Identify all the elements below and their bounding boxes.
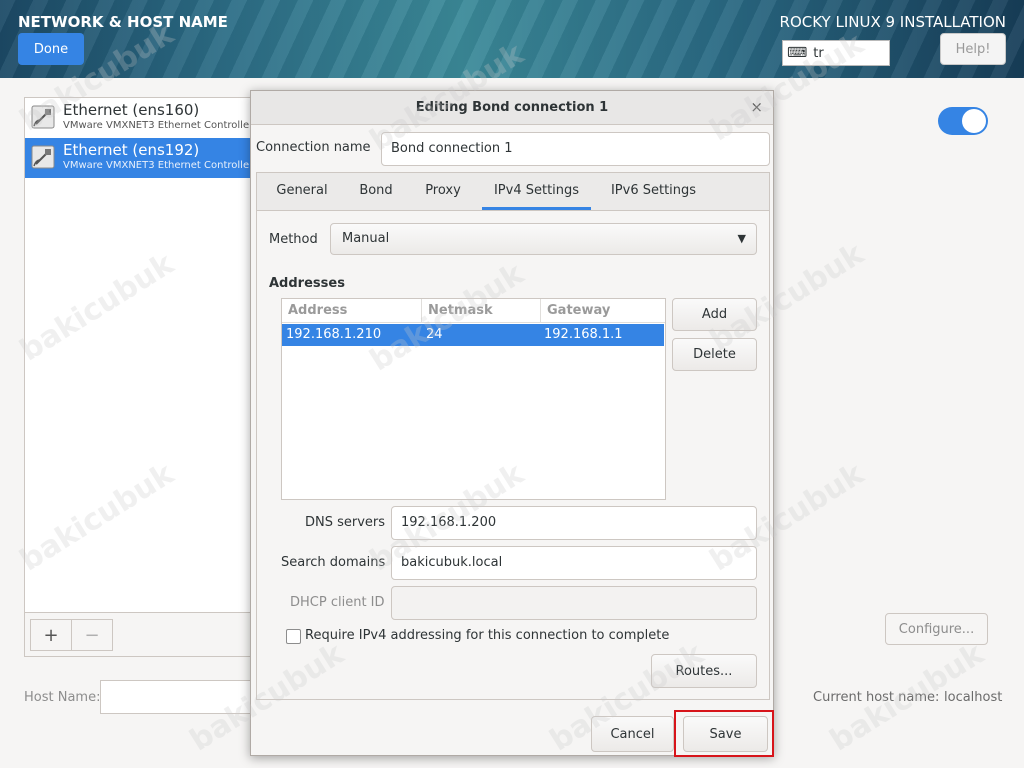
keyboard-layout-indicator[interactable]: ⌨ tr	[782, 40, 890, 66]
add-device-button[interactable]: +	[30, 619, 72, 651]
current-host-value: localhost	[944, 690, 1003, 705]
device-name: Ethernet (ens192)	[63, 141, 200, 159]
search-domains-label: Search domains	[281, 555, 386, 570]
delete-address-button[interactable]: Delete	[672, 338, 757, 371]
dhcp-client-id-label: DHCP client ID	[290, 595, 385, 610]
product-title: ROCKY LINUX 9 INSTALLATION	[779, 13, 1006, 31]
search-domains-input[interactable]: bakicubuk.local	[391, 546, 757, 580]
column-header-gateway[interactable]: Gateway	[541, 299, 665, 323]
tab-ipv6-settings[interactable]: IPv6 Settings	[601, 173, 706, 210]
column-header-netmask[interactable]: Netmask	[422, 299, 541, 323]
host-name-label: Host Name:	[24, 690, 101, 705]
cancel-button[interactable]: Cancel	[591, 716, 674, 752]
netmask-cell[interactable]: 24	[422, 324, 443, 346]
method-value: Manual	[342, 231, 390, 246]
require-ipv4-label[interactable]: Require IPv4 addressing for this connect…	[305, 628, 669, 643]
remove-device-button[interactable]: −	[71, 619, 113, 651]
ethernet-icon	[29, 103, 57, 131]
dns-servers-label: DNS servers	[305, 515, 386, 530]
settings-notebook: General Bond Proxy IPv4 Settings IPv6 Se…	[256, 172, 770, 700]
dialog-titlebar: Editing Bond connection 1 ×	[251, 91, 773, 125]
device-description: VMware VMXNET3 Ethernet Controlle	[63, 120, 250, 131]
device-item-ens192[interactable]: Ethernet (ens192) VMware VMXNET3 Etherne…	[25, 138, 253, 178]
require-ipv4-checkbox[interactable]	[286, 629, 301, 644]
column-header-address[interactable]: Address	[282, 299, 422, 323]
close-icon[interactable]: ×	[750, 98, 763, 116]
connection-name-label: Connection name	[256, 140, 371, 155]
method-dropdown[interactable]: Manual ▼	[330, 223, 757, 255]
toggle-knob	[962, 109, 986, 133]
help-button[interactable]: Help!	[940, 33, 1006, 65]
device-name: Ethernet (ens160)	[63, 101, 200, 119]
dhcp-client-id-input[interactable]	[391, 586, 757, 620]
keyboard-icon: ⌨	[787, 45, 808, 61]
chevron-down-icon: ▼	[737, 232, 746, 245]
device-description: VMware VMXNET3 Ethernet Controlle	[63, 160, 250, 171]
spoke-title: NETWORK & HOST NAME	[18, 13, 228, 31]
done-button[interactable]: Done	[18, 33, 84, 65]
gateway-cell[interactable]: 192.168.1.1	[540, 324, 623, 346]
tab-proxy[interactable]: Proxy	[413, 173, 473, 210]
tab-general[interactable]: General	[267, 173, 337, 210]
routes-button[interactable]: Routes...	[651, 654, 757, 688]
edit-connection-dialog: Editing Bond connection 1 × Connection n…	[250, 90, 774, 757]
device-enable-toggle[interactable]	[938, 107, 988, 135]
configure-button[interactable]: Configure...	[885, 613, 988, 645]
current-host-label: Current host name:	[813, 690, 940, 705]
addresses-table: Address Netmask Gateway 192.168.1.210 24…	[281, 298, 666, 500]
tab-bar: General Bond Proxy IPv4 Settings IPv6 Se…	[257, 173, 769, 211]
header-bar: NETWORK & HOST NAME Done ROCKY LINUX 9 I…	[0, 0, 1024, 78]
tab-ipv4-settings[interactable]: IPv4 Settings	[482, 173, 591, 210]
device-item-ens160[interactable]: Ethernet (ens160) VMware VMXNET3 Etherne…	[25, 98, 253, 138]
host-name-input[interactable]	[100, 680, 252, 714]
device-list-toolbar: + −	[25, 612, 253, 656]
address-cell[interactable]: 192.168.1.210	[282, 324, 381, 346]
addresses-title: Addresses	[269, 276, 345, 291]
connection-name-input[interactable]: Bond connection 1	[381, 132, 770, 166]
method-label: Method	[269, 232, 318, 247]
table-row[interactable]: 192.168.1.210 24 192.168.1.1	[282, 324, 664, 346]
add-address-button[interactable]: Add	[672, 298, 757, 331]
dialog-title: Editing Bond connection 1	[415, 100, 609, 115]
device-list: Ethernet (ens160) VMware VMXNET3 Etherne…	[24, 97, 254, 657]
dns-servers-input[interactable]: 192.168.1.200	[391, 506, 757, 540]
keyboard-layout-value: tr	[813, 45, 824, 61]
ethernet-icon	[29, 143, 57, 171]
save-button-highlight	[674, 710, 774, 757]
tab-bond[interactable]: Bond	[347, 173, 405, 210]
